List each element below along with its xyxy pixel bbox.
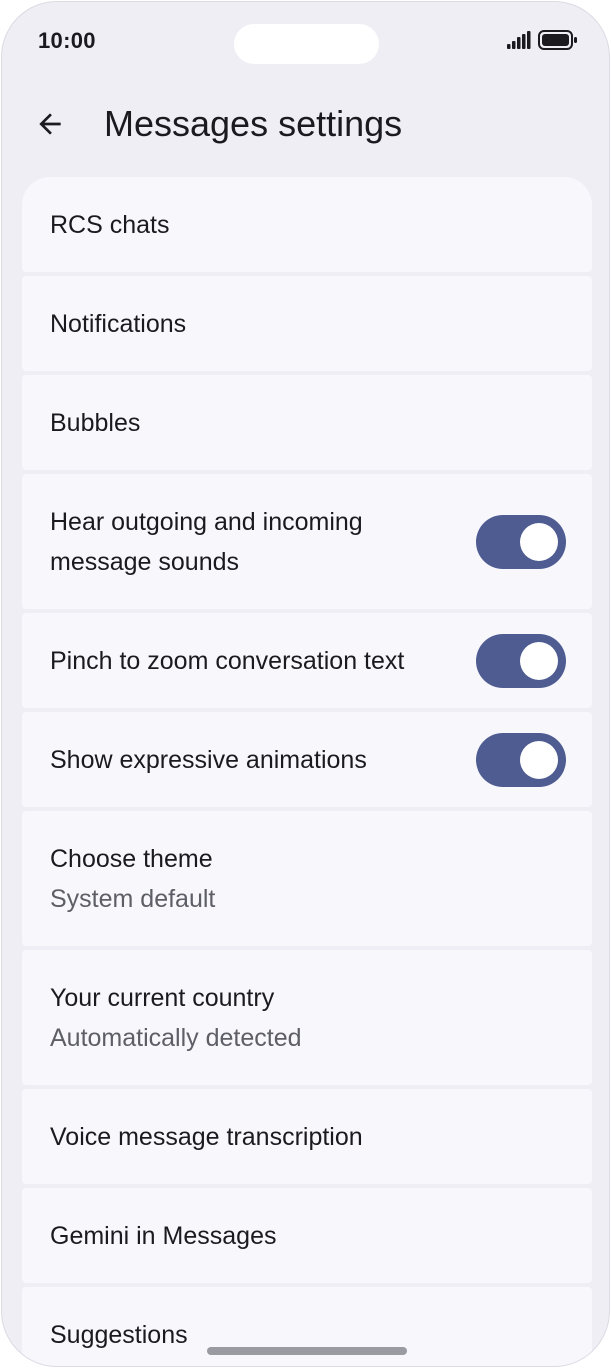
app-bar: Messages settings [2, 92, 609, 156]
setting-bubbles[interactable]: Bubbles [22, 375, 592, 470]
setting-title: Hear outgoing and incoming message sound… [50, 507, 363, 576]
setting-notifications[interactable]: Notifications [22, 276, 592, 371]
setting-gemini[interactable]: Gemini in Messages [22, 1188, 592, 1283]
battery-icon [538, 30, 577, 50]
setting-suggestions[interactable]: Suggestions [22, 1287, 592, 1366]
setting-subtitle: System default [50, 884, 216, 913]
setting-title: Pinch to zoom conversation text [50, 646, 405, 675]
setting-subtitle: Automatically detected [50, 1023, 302, 1052]
setting-title: Show expressive animations [50, 745, 367, 774]
setting-pinch-zoom[interactable]: Pinch to zoom conversation text [22, 613, 592, 708]
back-button[interactable] [26, 100, 74, 148]
toggle-thumb [520, 641, 558, 680]
status-bar: 10:00 [2, 2, 609, 82]
setting-message-sounds[interactable]: Hear outgoing and incoming message sound… [22, 474, 592, 609]
status-time: 10:00 [38, 28, 96, 53]
page-title: Messages settings [104, 103, 403, 144]
setting-title: Bubbles [50, 408, 141, 437]
setting-current-country[interactable]: Your current country Automatically detec… [22, 950, 592, 1085]
settings-list: RCS chats Notifications Bubbles Hear out… [22, 177, 592, 1366]
setting-expressive-animations[interactable]: Show expressive animations [22, 712, 592, 807]
setting-title: Notifications [50, 309, 187, 338]
setting-title: Your current country [50, 983, 275, 1012]
setting-title: Choose theme [50, 844, 213, 873]
expressive-animations-toggle[interactable] [476, 732, 566, 787]
setting-title: RCS chats [50, 210, 170, 239]
signal-icon [507, 31, 531, 49]
arrow-left-icon [39, 113, 61, 135]
setting-voice-transcription[interactable]: Voice message transcription [22, 1089, 592, 1184]
phone-frame: 10:00 Messages settings RCS chats Notifi… [1, 1, 610, 1367]
setting-choose-theme[interactable]: Choose theme System default [22, 811, 592, 946]
message-sounds-toggle[interactable] [476, 514, 566, 569]
setting-title: Gemini in Messages [50, 1221, 277, 1250]
setting-title: Voice message transcription [50, 1122, 363, 1151]
toggle-thumb [520, 522, 558, 561]
camera-notch [234, 24, 379, 64]
home-indicator[interactable] [207, 1347, 407, 1355]
toggle-thumb [520, 740, 558, 779]
pinch-zoom-toggle[interactable] [476, 633, 566, 688]
setting-rcs-chats[interactable]: RCS chats [22, 177, 592, 272]
